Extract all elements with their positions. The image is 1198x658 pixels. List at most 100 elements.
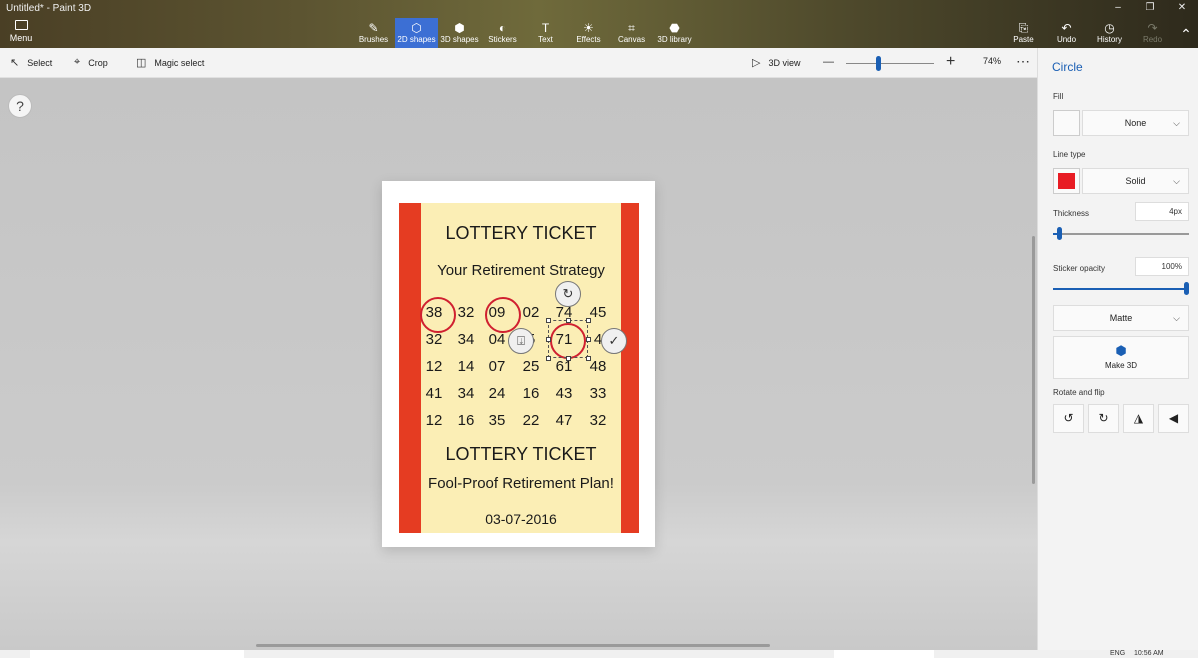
canvas-page[interactable]: LOTTERY TICKET Your Retirement Strategy … (382, 181, 655, 547)
more-options-button[interactable]: ⋯ (1016, 53, 1030, 70)
drawn-circle[interactable] (485, 297, 521, 333)
language-indicator[interactable]: ENG (1110, 650, 1125, 658)
paste-icon: ⎘ (1018, 21, 1029, 35)
tool-3d-shapes[interactable]: ⬢ 3D shapes (438, 18, 481, 48)
flip-horizontal-icon[interactable]: ◀ (1158, 404, 1189, 433)
taskbar-search[interactable] (30, 650, 244, 658)
crop-button[interactable]: ⌖ Crop (74, 56, 108, 69)
resize-handle[interactable] (546, 318, 551, 323)
line-color-swatch[interactable] (1053, 168, 1080, 194)
rotate-handle-icon[interactable]: ↻ (555, 281, 581, 307)
tool-brushes[interactable]: ✎ Brushes (352, 18, 395, 48)
thickness-input[interactable]: 4px (1135, 202, 1189, 221)
tool-3d-library[interactable]: ⬣ 3D library (653, 18, 696, 48)
rotate-flip-label: Rotate and flip (1053, 388, 1105, 397)
make-3d-button[interactable]: ⬢ Make 3D (1053, 336, 1189, 379)
ticket-number: 34 (457, 385, 475, 402)
brush-icon: ✎ (368, 21, 379, 35)
menu-button[interactable]: Menu (6, 20, 36, 43)
make-3d-label: Make 3D (1104, 361, 1137, 370)
close-button[interactable]: ✕ (1166, 0, 1198, 16)
stamp-icon[interactable]: ⍗ (508, 328, 534, 354)
zoom-out-button[interactable]: — (823, 56, 834, 68)
taskbar-app[interactable] (834, 650, 934, 658)
window-controls: – ❐ ✕ (1102, 0, 1198, 16)
tool-effects[interactable]: ☀ Effects (567, 18, 610, 48)
toolbar: ↖ Select ⌖ Crop ◫ Magic select ▷ 3D view… (0, 48, 1037, 78)
tool-2d-shapes[interactable]: ⬡ 2D shapes (395, 18, 438, 48)
magic-select-button[interactable]: ◫ Magic select (136, 56, 204, 69)
zoom-percent[interactable]: 74% (983, 56, 1001, 66)
thickness-slider-thumb[interactable] (1057, 227, 1062, 240)
line-type-dropdown[interactable]: Solid ⌵ (1082, 168, 1189, 194)
tool-label: Effects (576, 35, 601, 44)
history-button[interactable]: ◷ History (1088, 18, 1131, 48)
finish-value: Matte (1109, 313, 1133, 323)
tool-text[interactable]: T Text (524, 18, 567, 48)
zoom-in-button[interactable]: + (946, 53, 955, 71)
magic-select-icon: ◫ (136, 57, 147, 69)
canvas-area[interactable]: ? LOTTERY TICKET Your Retirement Strateg… (0, 78, 1037, 658)
line-type-label: Line type (1053, 150, 1086, 159)
horizontal-scrollbar[interactable] (256, 644, 770, 647)
ticket-number: 35 (488, 412, 506, 429)
thickness-slider[interactable] (1053, 233, 1189, 235)
vertical-scrollbar[interactable] (1032, 236, 1035, 484)
tool-label: 3D shapes (440, 35, 479, 44)
drawn-circle[interactable] (420, 297, 456, 333)
ticket-number: 41 (425, 385, 443, 402)
ticket-number: 33 (589, 385, 607, 402)
taskbar: ENG 10:56 AM (0, 650, 1198, 658)
ticket-title-2: LOTTERY TICKET (445, 444, 597, 464)
chevron-down-icon: ⌵ (1173, 313, 1180, 323)
ticket-number: 14 (457, 358, 475, 375)
tool-label: Canvas (617, 35, 646, 44)
view-3d-icon: ▷ (752, 57, 761, 69)
help-button[interactable]: ? (8, 94, 32, 118)
tool-stickers[interactable]: ◐ Stickers (481, 18, 524, 48)
tool-label: Brushes (358, 35, 389, 44)
select-button[interactable]: ↖ Select (10, 56, 52, 69)
fill-dropdown[interactable]: None ⌵ (1082, 110, 1189, 136)
action-label: Undo (1056, 35, 1077, 44)
lottery-ticket-image: LOTTERY TICKET Your Retirement Strategy … (399, 203, 639, 533)
crop-label: Crop (88, 57, 108, 68)
paste-button[interactable]: ⎘ Paste (1002, 18, 1045, 48)
tool-label: Text (538, 35, 553, 44)
resize-handle[interactable] (586, 337, 591, 342)
resize-handle[interactable] (586, 318, 591, 323)
select-label: Select (27, 57, 53, 68)
ticket-number: 22 (522, 412, 540, 429)
minimize-button[interactable]: – (1102, 0, 1134, 16)
opacity-slider-thumb[interactable] (1184, 282, 1189, 295)
flip-vertical-icon[interactable]: ◮ (1123, 404, 1154, 433)
3d-view-button[interactable]: ▷ 3D view (752, 56, 800, 69)
tool-canvas[interactable]: ⌗ Canvas (610, 18, 653, 48)
resize-handle[interactable] (546, 356, 551, 361)
zoom-slider-thumb[interactable] (876, 56, 881, 71)
confirm-check-icon[interactable]: ✓ (601, 328, 627, 354)
shapes-2d-icon: ⬡ (411, 21, 422, 35)
ticket-number: 07 (488, 358, 506, 375)
rotate-left-icon[interactable]: ↺ (1053, 404, 1084, 433)
resize-handle[interactable] (586, 356, 591, 361)
selection-box[interactable] (548, 320, 588, 358)
finish-dropdown[interactable]: Matte ⌵ (1053, 305, 1189, 331)
cube-icon: ⬢ (454, 21, 465, 35)
resize-handle[interactable] (566, 356, 571, 361)
action-label: History (1097, 35, 1122, 44)
zoom-slider[interactable] (846, 63, 934, 64)
opacity-input[interactable]: 100% (1135, 257, 1189, 276)
chevron-down-icon: ⌵ (1173, 176, 1180, 186)
collapse-ribbon-icon[interactable]: ⌃ (1174, 18, 1198, 48)
effects-icon: ☀ (583, 21, 594, 35)
fill-value: None (1124, 118, 1147, 128)
fill-color-swatch[interactable] (1053, 110, 1080, 136)
maximize-button[interactable]: ❐ (1134, 0, 1166, 16)
resize-handle[interactable] (566, 318, 571, 323)
rotate-right-icon[interactable]: ↻ (1088, 404, 1119, 433)
resize-handle[interactable] (546, 337, 551, 342)
clock[interactable]: 10:56 AM (1134, 650, 1164, 658)
undo-button[interactable]: ↶ Undo (1045, 18, 1088, 48)
redo-button[interactable]: ↷ Redo (1131, 18, 1174, 48)
